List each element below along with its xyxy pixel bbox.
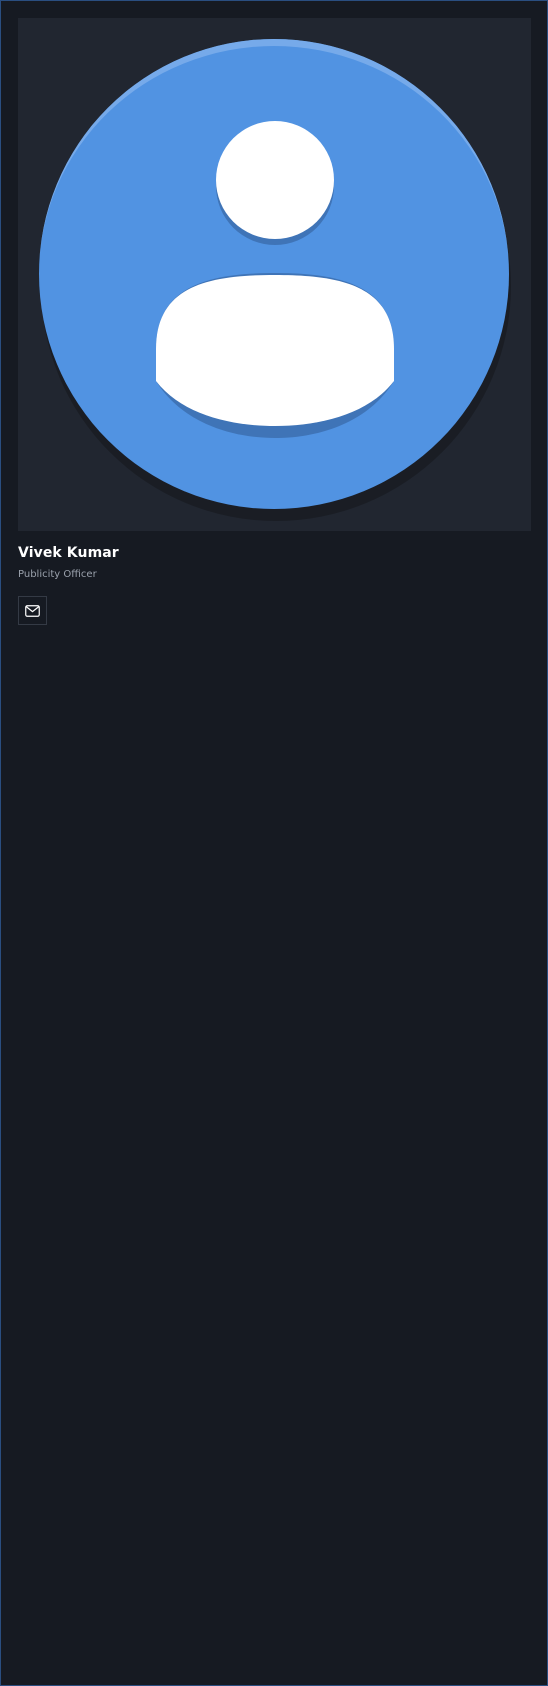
profile-photo <box>18 18 531 531</box>
member-title: Publicity Officer <box>18 569 97 580</box>
default-user-avatar-icon <box>39 39 511 521</box>
email-button[interactable] <box>18 596 47 625</box>
member-name: Vivek Kumar <box>18 545 119 561</box>
team-member-card: Vivek Kumar Publicity Officer <box>0 0 548 1686</box>
mail-icon <box>25 604 40 617</box>
